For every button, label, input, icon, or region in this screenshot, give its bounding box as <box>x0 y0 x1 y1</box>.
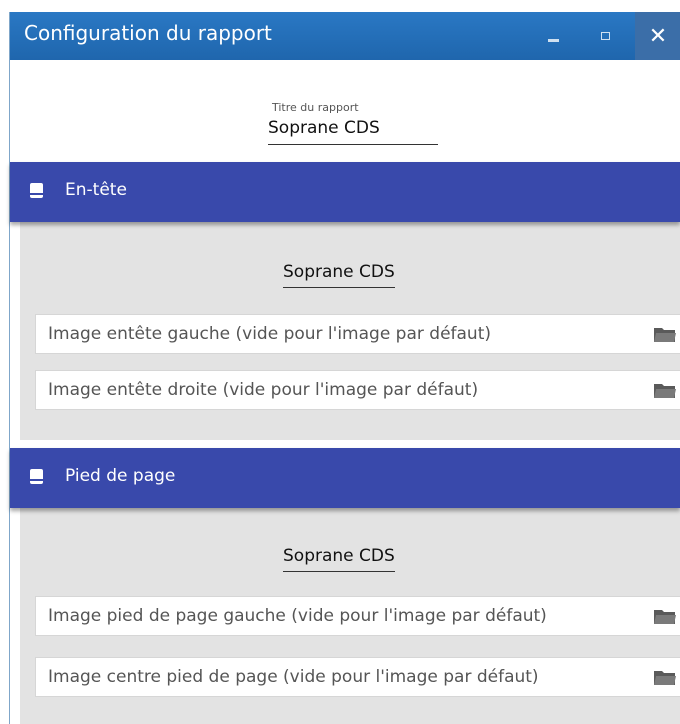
maximize-icon <box>600 32 610 40</box>
title-bar[interactable]: Configuration du rapport ✕ <box>10 12 680 60</box>
close-icon: ✕ <box>648 23 668 49</box>
section-header-pied-de-page[interactable]: Pied de page <box>10 448 680 508</box>
report-title-label: Titre du rapport <box>272 101 359 114</box>
footer-center-image-field[interactable]: Image centre pied de page (vide pour l'i… <box>35 657 680 697</box>
folder-icon[interactable] <box>653 324 677 344</box>
field-placeholder: Image pied de page gauche (vide pour l'i… <box>48 606 547 626</box>
report-title-field[interactable]: Titre du rapport Soprane CDS <box>268 88 438 156</box>
report-title-input[interactable]: Soprane CDS <box>268 118 438 145</box>
footer-section-body: Soprane CDS Image pied de page gauche (v… <box>20 508 680 724</box>
folder-icon[interactable] <box>653 667 677 687</box>
field-placeholder: Image entête gauche (vide pour l'image p… <box>48 324 492 344</box>
minimize-button[interactable] <box>530 12 576 60</box>
section-title: En-tête <box>65 180 127 200</box>
folder-icon[interactable] <box>653 606 677 626</box>
section-header-en-tete[interactable]: En-tête <box>10 162 680 222</box>
maximize-button[interactable] <box>582 12 628 60</box>
header-left-image-field[interactable]: Image entête gauche (vide pour l'image p… <box>35 314 680 354</box>
folder-icon[interactable] <box>653 380 677 400</box>
window-title: Configuration du rapport <box>24 21 272 45</box>
footer-text-input[interactable]: Soprane CDS <box>283 546 395 572</box>
minimize-icon <box>547 38 559 42</box>
header-right-image-field[interactable]: Image entête droite (vide pour l'image p… <box>35 370 680 410</box>
document-icon <box>30 183 43 198</box>
header-text-input[interactable]: Soprane CDS <box>283 262 395 288</box>
field-placeholder: Image centre pied de page (vide pour l'i… <box>48 667 539 687</box>
footer-left-image-field[interactable]: Image pied de page gauche (vide pour l'i… <box>35 596 680 636</box>
header-section-body: Soprane CDS Image entête gauche (vide po… <box>20 222 680 440</box>
field-placeholder: Image entête droite (vide pour l'image p… <box>48 380 479 400</box>
close-button[interactable]: ✕ <box>635 12 680 60</box>
document-icon <box>30 469 43 484</box>
section-title: Pied de page <box>65 466 176 486</box>
